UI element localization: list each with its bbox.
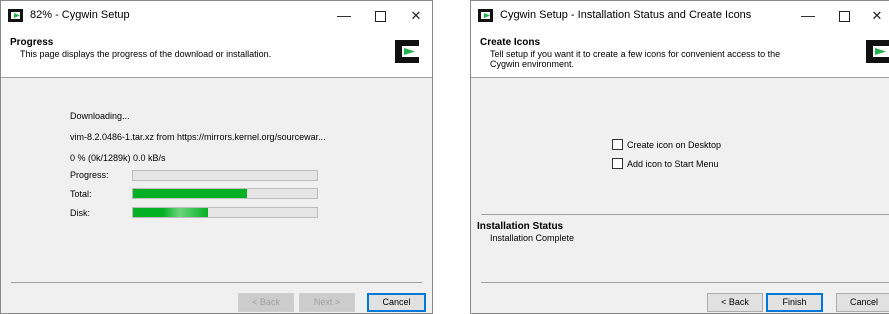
minimize-button[interactable]: — xyxy=(326,1,362,30)
status-text: Downloading... xyxy=(70,111,130,121)
progress-bar xyxy=(132,170,318,181)
installation-status-title: Installation Status xyxy=(477,221,564,232)
disk-progress-bar-fill xyxy=(133,208,209,217)
window-title: Cygwin Setup - Installation Status and C… xyxy=(500,9,752,21)
installation-status-text: Installation Complete xyxy=(490,233,575,243)
title-bar[interactable]: 82% - Cygwin Setup — ✕ xyxy=(1,1,432,30)
window-title: 82% - Cygwin Setup xyxy=(30,9,130,21)
maximize-icon xyxy=(374,11,386,23)
maximize-button[interactable] xyxy=(362,1,398,30)
add-start-menu-icon-checkbox[interactable]: Add icon to Start Menu xyxy=(612,158,719,169)
page-description: This page displays the progress of the d… xyxy=(20,49,272,59)
checkbox-box[interactable] xyxy=(612,158,623,169)
page-title: Progress xyxy=(10,37,54,48)
footer-divider xyxy=(481,282,889,283)
transfer-speed-text: 0 % (0k/1289k) 0.0 kB/s xyxy=(70,153,166,163)
cygwin-logo-icon xyxy=(395,40,419,63)
next-button[interactable]: Next > xyxy=(299,293,355,312)
cancel-button[interactable]: Cancel xyxy=(367,293,426,312)
disk-label: Disk: xyxy=(70,208,90,218)
page-header: Create Icons Tell setup if you want it t… xyxy=(471,30,889,78)
page-header: Progress This page displays the progress… xyxy=(1,30,432,78)
create-desktop-icon-checkbox[interactable]: Create icon on Desktop xyxy=(612,139,721,150)
back-button[interactable]: < Back xyxy=(238,293,294,312)
close-button[interactable]: ✕ xyxy=(859,1,889,30)
checkbox-label: Add icon to Start Menu xyxy=(627,159,719,169)
page-title: Create Icons xyxy=(480,37,541,48)
total-progress-bar xyxy=(132,188,318,199)
cygwin-logo-icon xyxy=(866,40,889,63)
checkbox-box[interactable] xyxy=(612,139,623,150)
checkbox-label: Create icon on Desktop xyxy=(627,140,722,150)
cygwin-icon xyxy=(8,9,23,22)
cygwin-setup-create-icons-window: Cygwin Setup - Installation Status and C… xyxy=(470,0,889,314)
cancel-button[interactable]: Cancel xyxy=(836,293,889,312)
close-button[interactable]: ✕ xyxy=(398,1,432,30)
cygwin-icon xyxy=(478,9,493,22)
maximize-icon xyxy=(838,11,850,23)
page-description: Tell setup if you want it to create a fe… xyxy=(490,49,781,69)
section-divider xyxy=(481,214,889,215)
finish-button[interactable]: Finish xyxy=(766,293,823,312)
download-file-text: vim-8.2.0486-1.tar.xz from https://mirro… xyxy=(70,132,326,142)
footer-divider xyxy=(11,282,422,283)
title-bar[interactable]: Cygwin Setup - Installation Status and C… xyxy=(471,1,889,30)
disk-progress-bar xyxy=(132,207,318,218)
maximize-button[interactable] xyxy=(826,1,862,30)
back-button[interactable]: < Back xyxy=(707,293,763,312)
total-label: Total: xyxy=(70,189,92,199)
total-progress-bar-fill xyxy=(133,189,248,198)
minimize-button[interactable]: — xyxy=(790,1,826,30)
cygwin-setup-progress-window: 82% - Cygwin Setup — ✕ Progress This pag… xyxy=(0,0,433,314)
progress-label: Progress: xyxy=(70,170,109,180)
